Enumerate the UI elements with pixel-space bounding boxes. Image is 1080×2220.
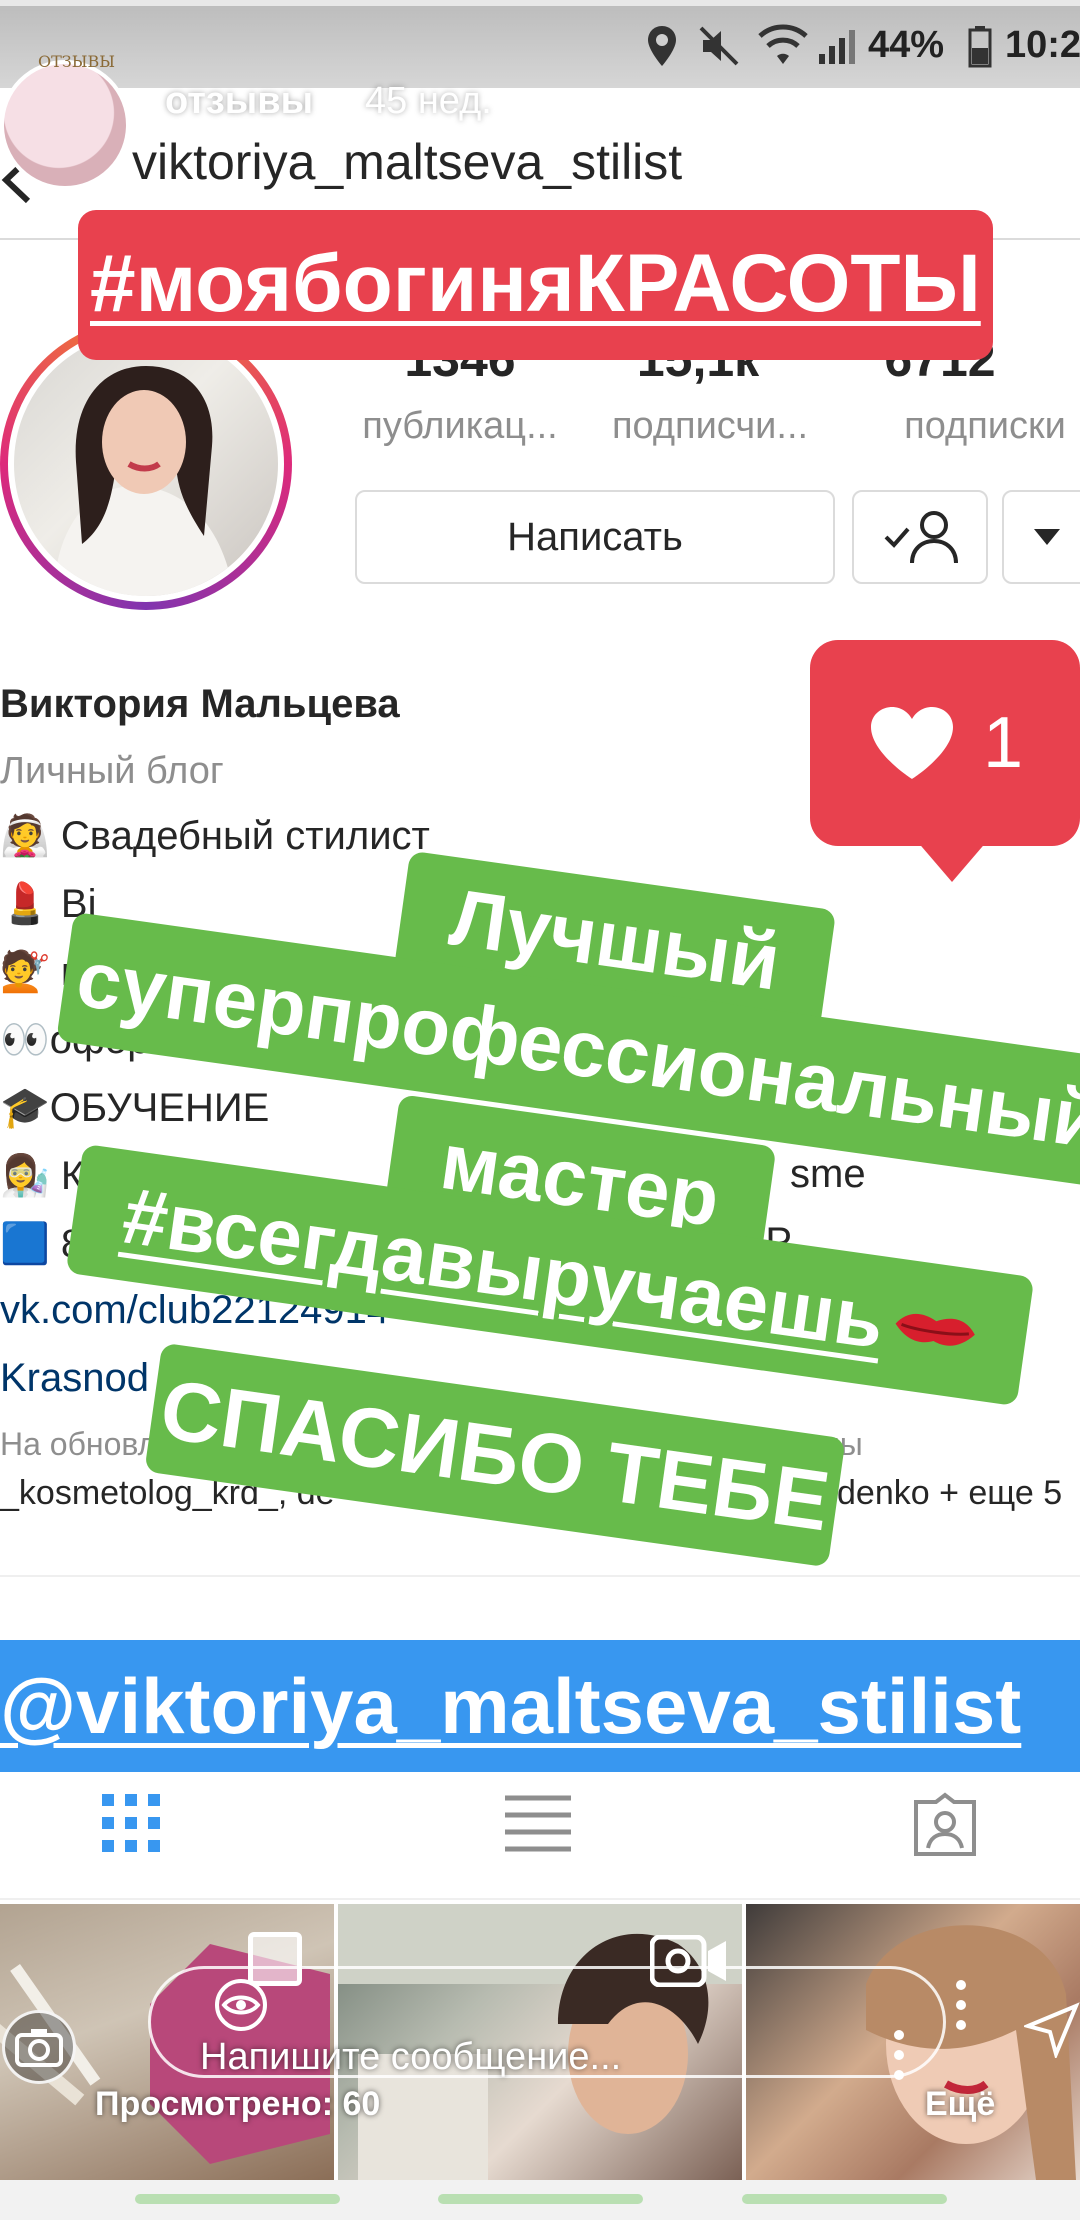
bio-line: 👩‍🔬 К [0, 1154, 85, 1198]
story-time: 45 нед. [365, 80, 492, 122]
hashtag-sticker[interactable]: #моябогиняКРАСОТЫ [78, 210, 993, 360]
mention-sticker[interactable]: @viktoriya_maltseva_stilist [0, 1640, 1080, 1772]
camera-button[interactable] [2, 2010, 76, 2084]
battery-percent: 44% [868, 24, 945, 66]
profile-full-name: Виктория Мальцева [0, 682, 400, 726]
signal-icon [815, 24, 859, 68]
followed-by-names-end[interactable]: denko + еще 5 [837, 1474, 1062, 1513]
stat-following-label: подписки [904, 405, 1066, 447]
like-count-sticker: 1 [810, 640, 1080, 846]
grid-view-tab[interactable] [100, 1792, 162, 1854]
mention-sticker-text: @viktoriya_maltseva_stilist [0, 1662, 1022, 1750]
profile-username: viktoriya_maltseva_stilist [132, 134, 683, 190]
message-button[interactable]: Написать [355, 490, 835, 584]
story-avatar[interactable] [0, 60, 130, 190]
reply-placeholder: Напишите сообщение... [200, 2036, 622, 2078]
eye-icon [214, 1978, 268, 2032]
list-icon [505, 1795, 571, 1852]
list-view-tab[interactable] [503, 1792, 573, 1854]
send-icon[interactable] [1021, 2002, 1080, 2061]
hashtag-sticker-text: #моябогиняКРАСОТЫ [90, 238, 981, 329]
story-menu-dots-icon[interactable] [894, 2030, 904, 2080]
bio-location-link[interactable]: Krasnod [0, 1356, 149, 1401]
profile-avatar[interactable] [8, 326, 284, 602]
story-avatar-logo: ОТЗЫВЫ [38, 52, 115, 71]
battery-icon [968, 24, 992, 68]
camera-icon [15, 2029, 63, 2067]
stat-followers-label: подписчи... [611, 405, 809, 447]
more-button[interactable]: Ещё [925, 2085, 995, 2124]
nav-pill [135, 2194, 340, 2204]
nav-pill [742, 2194, 947, 2204]
more-options-button[interactable] [1002, 490, 1080, 584]
chevron-down-icon [1034, 529, 1060, 545]
bio-line: 👰 Свадебный стилист [0, 814, 430, 858]
kiss-lips-icon [895, 1313, 975, 1346]
heart-icon [870, 707, 953, 779]
like-count: 1 [982, 703, 1024, 783]
tagged-photos-tab[interactable] [912, 1792, 978, 1858]
sticker-text-thanks: СПАСИБО ТЕБЕ [144, 1342, 846, 1568]
bio-line: 🎓ОБУЧЕНИЕ [0, 1086, 270, 1130]
location-icon [645, 24, 679, 68]
divider [0, 1575, 1080, 1577]
viewers-count[interactable]: Просмотрено: 60 [95, 2085, 380, 2124]
mute-icon [697, 24, 741, 68]
wifi-icon [758, 24, 808, 68]
following-check-icon [884, 511, 958, 564]
options-dots-icon[interactable] [956, 1980, 966, 2030]
status-bar: 44% 10:2 [0, 6, 1080, 88]
grid-icon [102, 1794, 160, 1852]
profile-category: Личный блог [0, 750, 224, 792]
nav-pill [438, 2194, 643, 2204]
stat-posts-label: публикац... [362, 405, 558, 447]
bio-line-fragment: sme [790, 1152, 866, 1196]
tagged-person-icon [914, 1792, 976, 1856]
following-button[interactable] [852, 490, 988, 584]
clock: 10:2 [1005, 24, 1080, 66]
story-title[interactable]: отзывы [165, 80, 313, 123]
like-bubble-tail [916, 840, 988, 882]
